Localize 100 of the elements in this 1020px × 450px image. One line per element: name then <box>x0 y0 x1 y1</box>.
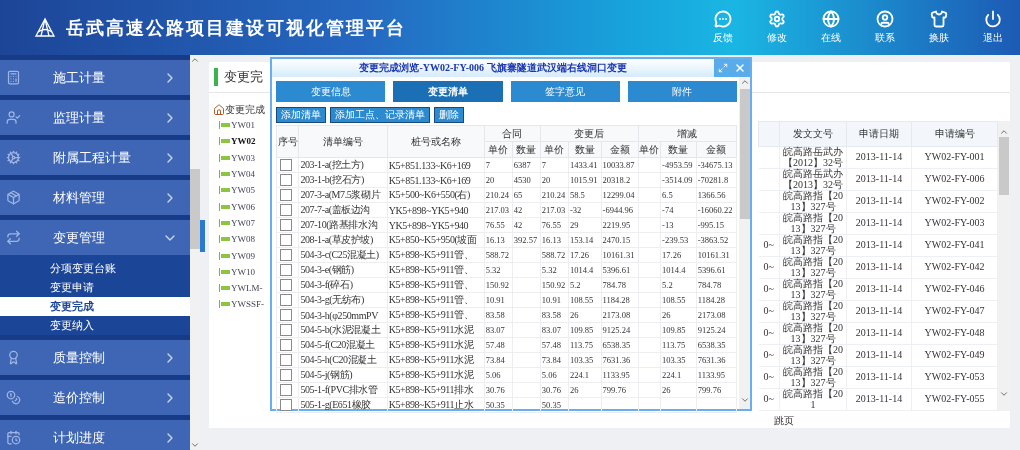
row-checkbox[interactable] <box>280 399 292 411</box>
table-cell: 皖高路岳武办【2012】32号 <box>779 146 847 169</box>
chat-icon <box>714 10 732 28</box>
tree-item[interactable]: YW06 <box>231 201 255 212</box>
sidebar-item[interactable]: 附属工程计量 <box>0 140 190 175</box>
row-checkbox[interactable] <box>280 189 292 201</box>
row-checkbox[interactable] <box>280 339 292 351</box>
tree-item[interactable]: YW08 <box>231 234 255 245</box>
submenu-item[interactable]: 变更申请 <box>0 278 190 297</box>
header-action-button[interactable]: 换肤 <box>912 5 966 50</box>
collapse-handle[interactable] <box>200 220 205 252</box>
row-checkbox[interactable] <box>280 309 292 321</box>
row-checkbox[interactable] <box>280 324 292 336</box>
sidebar-item[interactable]: 造价控制 <box>0 380 190 415</box>
submenu-item[interactable]: 变更完成 <box>0 297 190 316</box>
row-checkbox[interactable] <box>280 294 292 306</box>
table-cell: 504-3-e(钢筋) <box>298 262 388 278</box>
table-cell: 2013-11-14 <box>846 278 912 301</box>
tree-item[interactable]: YWSSF- <box>231 299 264 310</box>
table-cell: 784.78 <box>601 277 639 293</box>
sidebar-item[interactable]: 施工计量 <box>0 60 190 95</box>
table-cell: K5+850~K5+950(坡面 <box>387 232 485 248</box>
toolbar-button[interactable]: 添加工点、记录清单 <box>330 107 430 123</box>
table-cell: 0~ <box>758 278 780 301</box>
table-cell: 57.48 <box>540 337 569 353</box>
table-cell: K5+898~K5+911排水 <box>387 382 485 398</box>
tree-item[interactable]: YW03 <box>231 152 255 163</box>
sidebar-item[interactable]: 变更管理 <box>0 220 190 255</box>
row-checkbox[interactable] <box>280 159 292 171</box>
close-button[interactable] <box>734 62 746 74</box>
table-cell: 217.03 <box>484 202 513 218</box>
tree-item[interactable]: YW02 <box>231 136 256 147</box>
table-cell: 1014.4 <box>660 262 697 278</box>
row-checkbox[interactable] <box>280 204 292 216</box>
tab[interactable]: 附件 <box>627 81 737 102</box>
header-action-button[interactable]: 退出 <box>966 5 1020 50</box>
scrollbar[interactable] <box>998 121 1010 411</box>
tree-item[interactable]: YW04 <box>231 169 255 180</box>
award-icon <box>6 350 21 365</box>
submenu-item[interactable]: 变更纳入 <box>0 316 190 335</box>
table-cell: 26 <box>660 307 697 323</box>
table-cell: -239.53 <box>660 232 697 248</box>
table-cell: 2173.08 <box>601 307 639 323</box>
pager-label[interactable]: 跳页 <box>774 414 1010 428</box>
header-action-button[interactable]: 联系 <box>858 5 912 50</box>
scrollbar[interactable] <box>739 77 750 409</box>
maximize-button[interactable] <box>718 63 728 73</box>
tree-item[interactable]: YW05 <box>231 185 255 196</box>
table-cell: YW02-FY-003 <box>911 212 998 235</box>
table-cell: 1015.91 <box>568 172 602 188</box>
table-cell: K5+898~K5+911止水 <box>387 397 485 413</box>
scrollbar[interactable] <box>190 55 200 450</box>
table-cell: 12299.04 <box>601 187 639 203</box>
table-cell: 10.91 <box>484 292 513 308</box>
toolbar-button[interactable]: 删除 <box>434 107 464 123</box>
toolbar-button[interactable]: 添加清单 <box>276 107 326 123</box>
scroll-thumb[interactable] <box>739 89 750 219</box>
row-checkbox[interactable] <box>280 264 292 276</box>
tree-item[interactable]: YWLM- <box>231 283 263 294</box>
table-cell: 224.1 <box>568 367 602 383</box>
tree-item[interactable]: YW10 <box>231 266 255 277</box>
title-marker <box>214 68 218 86</box>
tree-connector-icon <box>219 235 231 244</box>
scroll-thumb[interactable] <box>999 137 1009 195</box>
row-checkbox[interactable] <box>280 219 292 231</box>
table-cell: 588.72 <box>540 247 569 263</box>
table-cell: 29 <box>568 217 602 233</box>
row-checkbox[interactable] <box>280 279 292 291</box>
submenu-item[interactable]: 分项变更台账 <box>0 259 190 278</box>
home-icon <box>213 104 225 116</box>
table-cell: 皖高路指【2013】327号 <box>779 212 847 235</box>
row-checkbox[interactable] <box>280 249 292 261</box>
tree-item[interactable]: YW07 <box>231 217 255 228</box>
row-checkbox[interactable] <box>280 369 292 381</box>
sidebar-item[interactable]: 计划进度 <box>0 420 190 450</box>
row-checkbox[interactable] <box>280 174 292 186</box>
tab[interactable]: 变更清单 <box>393 81 503 102</box>
table-cell: 1014.4 <box>568 262 602 278</box>
table-cell: 799.76 <box>601 382 639 398</box>
sidebar-item[interactable]: 监理计量 <box>0 100 190 135</box>
table-cell: K5+851.133~K6+169 <box>387 157 485 173</box>
table-cell: 83.58 <box>540 307 569 323</box>
scroll-thumb[interactable] <box>190 169 200 249</box>
sidebar-item[interactable]: 质量控制 <box>0 340 190 375</box>
table-cell: 58.5 <box>568 187 602 203</box>
row-checkbox[interactable] <box>280 384 292 396</box>
calendar-icon <box>6 430 21 445</box>
table-cell: YW02-FY-001 <box>911 146 998 169</box>
column-header: 序号 <box>276 125 299 158</box>
tree-item[interactable]: YW01 <box>231 120 255 131</box>
table-cell: 0~ <box>758 388 780 411</box>
header-action-button[interactable]: 在线 <box>804 5 858 50</box>
table-cell: YW02-FY-048 <box>911 322 998 345</box>
tab[interactable]: 签字意见 <box>510 81 620 102</box>
tree-item[interactable]: YW09 <box>231 250 255 261</box>
row-checkbox[interactable] <box>280 354 292 366</box>
tree-root[interactable]: 变更完成 <box>225 103 265 117</box>
row-checkbox[interactable] <box>280 234 292 246</box>
tab[interactable]: 变更信息 <box>276 81 386 102</box>
sidebar-item[interactable]: 材料管理 <box>0 180 190 215</box>
